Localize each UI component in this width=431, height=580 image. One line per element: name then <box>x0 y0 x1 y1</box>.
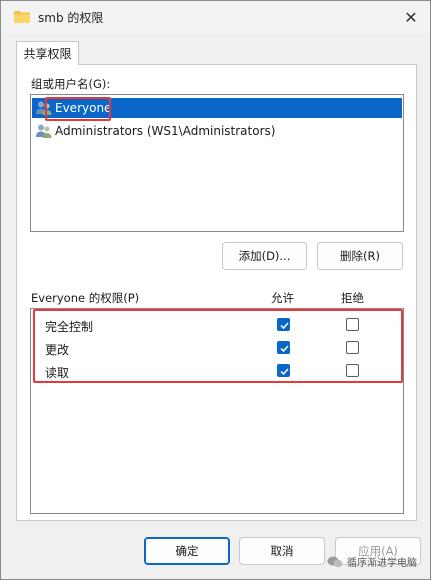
allow-column-header: 允许 <box>271 291 294 305</box>
add-user-button[interactable]: 添加(D)... <box>222 242 307 270</box>
highlight-box-permissions <box>33 309 403 383</box>
window-title: smb 的权限 <box>38 11 104 25</box>
watermark-text: 循序渐进学电脑 <box>347 558 417 569</box>
chat-bubble-icon <box>327 556 343 567</box>
permissions-label: Everyone 的权限(P) <box>31 291 140 305</box>
ok-button[interactable]: 确定 <box>144 537 230 565</box>
watermark: 循序渐进学电脑 <box>327 554 417 569</box>
remove-user-button[interactable]: 删除(R) <box>317 242 403 270</box>
user-item-administrators[interactable]: Administrators (WS1\Administrators) <box>32 121 402 141</box>
user-name: Administrators (WS1\Administrators) <box>55 124 276 138</box>
highlight-box-everyone <box>45 97 111 121</box>
users-group-label: 组或用户名(G): <box>31 77 111 91</box>
folder-icon <box>14 11 30 23</box>
cancel-button[interactable]: 取消 <box>239 537 325 565</box>
permissions-dialog: smb 的权限 ✕ 共享权限 组或用户名(G): Everyone Admini… <box>0 0 431 580</box>
close-icon[interactable]: ✕ <box>397 3 425 31</box>
user-group-icon <box>36 124 52 138</box>
title-bar: smb 的权限 ✕ <box>1 1 430 33</box>
deny-column-header: 拒绝 <box>341 291 364 305</box>
tab-share-permissions[interactable]: 共享权限 <box>16 41 79 65</box>
